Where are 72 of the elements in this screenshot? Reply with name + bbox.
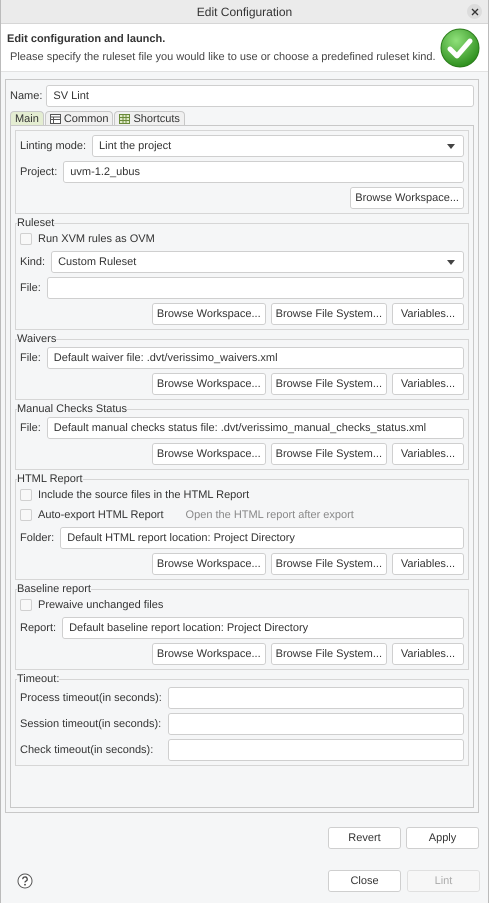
checkbox[interactable] xyxy=(20,489,32,501)
dropdown[interactable]: Lint the project xyxy=(92,135,464,157)
checkbox[interactable] xyxy=(20,233,32,245)
input-field[interactable] xyxy=(168,713,464,735)
field-label: Kind: xyxy=(20,256,46,268)
checkbox-label: Run XVM rules as OVM xyxy=(38,233,155,245)
field-label: Report: xyxy=(20,622,56,634)
input-field[interactable]: uvm-1.2_ubus xyxy=(63,161,464,183)
tab[interactable]: Common xyxy=(44,111,114,125)
field-label: Check timeout(in seconds): xyxy=(20,744,154,756)
dropdown[interactable]: Custom Ruleset xyxy=(51,251,464,273)
field-label: File: xyxy=(20,282,41,294)
section-title: Ruleset xyxy=(17,217,54,229)
help-icon[interactable] xyxy=(17,873,33,889)
checkbox-label: Auto-export HTML Report xyxy=(38,509,164,521)
browse-button[interactable]: Browse File System... xyxy=(270,443,387,465)
checkmark-icon xyxy=(440,28,480,68)
field-label: Folder: xyxy=(20,532,54,544)
browse-button[interactable]: Browse File System... xyxy=(270,553,387,575)
field-label: Project: xyxy=(20,166,58,178)
close-button[interactable] xyxy=(467,4,482,19)
checkbox-label: Include the source files in the HTML Report xyxy=(38,489,250,501)
table-icon xyxy=(50,114,61,124)
browse-button[interactable]: Variables... xyxy=(392,643,464,665)
browse-button[interactable]: Browse Workspace... xyxy=(350,187,464,209)
checkbox[interactable] xyxy=(20,509,32,521)
section-title: Waivers xyxy=(17,333,56,345)
field-label: File: xyxy=(20,352,41,364)
browse-button[interactable]: Variables... xyxy=(392,443,464,465)
browse-button[interactable]: Variables... xyxy=(392,553,464,575)
tab[interactable]: Shortcuts xyxy=(114,111,185,125)
section-title: Baseline report xyxy=(17,583,91,595)
section-title: Timeout: xyxy=(17,673,60,685)
tab[interactable]: Main xyxy=(10,111,44,125)
browse-button[interactable]: Browse Workspace... xyxy=(152,643,266,665)
dialog-button[interactable]: Close xyxy=(328,870,401,892)
window-title: Edit Configuration xyxy=(196,4,292,18)
browse-button[interactable]: Variables... xyxy=(392,303,464,325)
section-title: HTML Report xyxy=(17,473,83,485)
name-label: Name: xyxy=(10,90,42,102)
field-label: Process timeout(in seconds): xyxy=(20,692,162,704)
action-button[interactable]: Apply xyxy=(406,827,479,849)
browse-button[interactable]: Browse Workspace... xyxy=(152,443,266,465)
browse-button[interactable]: Variables... xyxy=(392,373,464,395)
browse-button[interactable]: Browse Workspace... xyxy=(152,373,266,395)
checkbox-label: Prewaive unchanged files xyxy=(38,599,164,611)
grid-icon xyxy=(119,114,130,124)
field-label: Session timeout(in seconds): xyxy=(20,718,162,730)
browse-button[interactable]: Browse File System... xyxy=(270,303,387,325)
input-field[interactable]: Default baseline report location: Project Directory xyxy=(62,617,464,639)
browse-button[interactable]: Browse File System... xyxy=(270,643,387,665)
dropdown-arrow-icon xyxy=(447,144,455,148)
input-field[interactable] xyxy=(168,739,464,761)
hint-text: Open the HTML report after export xyxy=(186,509,354,521)
browse-button[interactable]: Browse File System... xyxy=(270,373,387,395)
input-field[interactable]: Default HTML report location: Project Directory xyxy=(60,527,464,549)
checkbox[interactable] xyxy=(20,599,32,611)
input-field[interactable]: Default waiver file: .dvt/verissimo_waivers.xml xyxy=(46,347,464,369)
dropdown-arrow-icon xyxy=(447,260,455,264)
name-field[interactable]: SV Lint xyxy=(46,85,474,107)
section-title: Manual Checks Status xyxy=(17,403,128,415)
browse-button[interactable]: Browse Workspace... xyxy=(152,303,266,325)
close-icon xyxy=(470,8,478,16)
input-field[interactable] xyxy=(168,687,464,709)
input-field[interactable]: Default manual checks status file: .dvt/verissimo_manual_checks_status.xml xyxy=(46,417,464,439)
browse-button[interactable]: Browse Workspace... xyxy=(152,553,266,575)
input-field[interactable] xyxy=(46,277,464,299)
field-label: File: xyxy=(20,422,41,434)
header-title: Edit configuration and launch. xyxy=(7,32,166,44)
header-message: Please specify the ruleset file you would like to use or choose a predefined ruleset kind. xyxy=(9,50,436,62)
action-button[interactable]: Revert xyxy=(328,827,401,849)
field-label: Linting mode: xyxy=(20,140,86,152)
